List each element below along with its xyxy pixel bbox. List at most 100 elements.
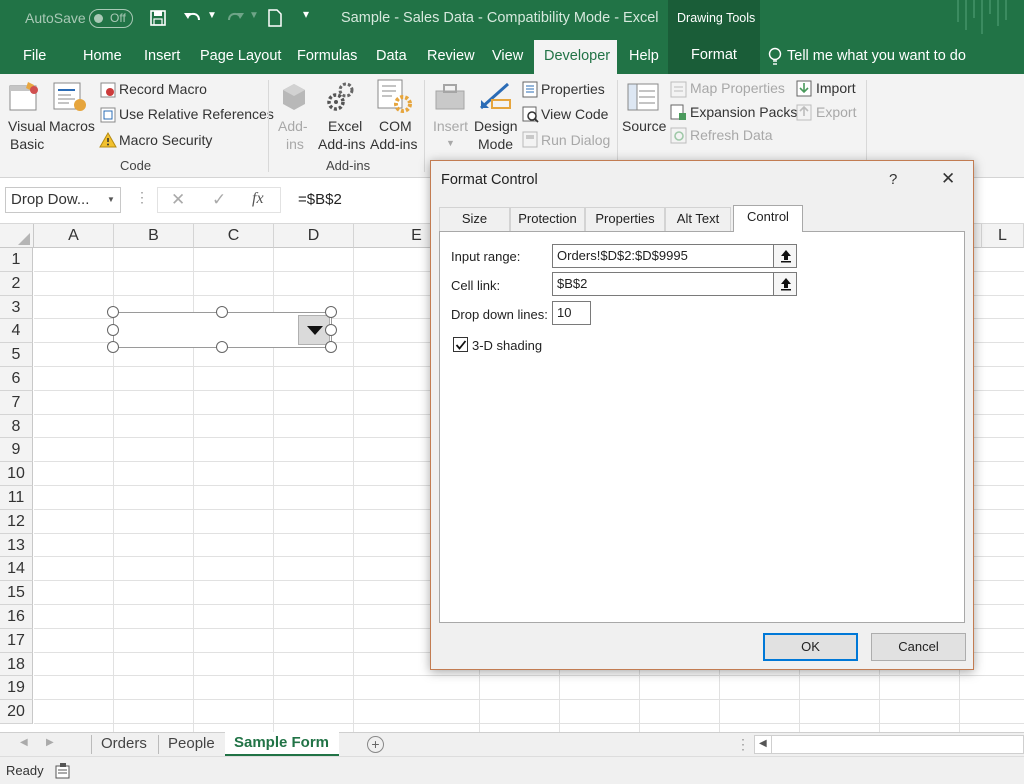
column-header-b[interactable]: B — [114, 224, 194, 248]
tab-review[interactable]: Review — [427, 38, 475, 74]
visual-basic-icon[interactable] — [8, 80, 42, 112]
resize-handle[interactable] — [325, 341, 337, 353]
sheet-tab-orders[interactable]: Orders — [101, 733, 147, 756]
row-header[interactable]: 12 — [0, 509, 33, 534]
row-header[interactable]: 7 — [0, 390, 33, 415]
save-icon[interactable] — [150, 10, 166, 26]
row-header[interactable]: 5 — [0, 343, 33, 367]
design-mode-icon[interactable] — [478, 80, 514, 112]
scroll-left-icon[interactable]: ◀ — [20, 737, 28, 748]
properties-label[interactable]: Properties — [541, 81, 605, 97]
insert-function-icon[interactable]: fx — [252, 190, 264, 208]
add-sheet-icon[interactable]: + — [367, 736, 384, 753]
excel-addins-label-2[interactable]: Add-ins — [318, 136, 365, 152]
tab-control[interactable]: Control — [733, 205, 803, 232]
autosave-toggle[interactable]: Off — [89, 9, 133, 28]
horizontal-scrollbar[interactable]: ◀ — [754, 735, 1024, 754]
resize-handle[interactable] — [107, 306, 119, 318]
row-header[interactable]: 4 — [0, 319, 33, 344]
row-header[interactable]: 19 — [0, 676, 33, 701]
input-range-field[interactable]: Orders!$D$2:$D$9995 — [552, 244, 774, 268]
name-box-dropdown-icon[interactable]: ▼ — [107, 195, 115, 204]
row-header[interactable]: 6 — [0, 367, 33, 391]
row-header[interactable]: 18 — [0, 652, 33, 677]
relative-references-icon[interactable] — [100, 107, 116, 123]
com-addins-label-1[interactable]: COM — [379, 118, 412, 134]
tab-help[interactable]: Help — [629, 38, 659, 74]
resize-handle[interactable] — [325, 306, 337, 318]
row-header[interactable]: 8 — [0, 414, 33, 439]
macros-label[interactable]: Macros — [49, 118, 95, 134]
close-button[interactable]: ✕ — [941, 169, 955, 189]
drop-down-lines-field[interactable]: 10 — [552, 301, 591, 325]
row-header[interactable]: 13 — [0, 533, 33, 558]
formula-input[interactable]: =$B$2 — [286, 187, 436, 213]
scroll-right-icon[interactable]: ▶ — [46, 737, 54, 748]
tab-size[interactable]: Size — [439, 207, 510, 231]
record-macro-label[interactable]: Record Macro — [119, 81, 207, 97]
resize-handle[interactable] — [216, 306, 228, 318]
tab-file[interactable]: File — [23, 38, 46, 74]
tab-alt-text[interactable]: Alt Text — [665, 207, 731, 231]
cancel-formula-icon[interactable]: ✕ — [171, 190, 185, 210]
view-code-icon[interactable] — [522, 106, 539, 123]
3d-shading-label[interactable]: 3-D shading — [472, 338, 542, 353]
record-macro-icon[interactable] — [100, 82, 116, 98]
expansion-packs-label[interactable]: Expansion Packs — [690, 104, 797, 120]
properties-icon[interactable] — [522, 81, 538, 98]
sheet-tab-people[interactable]: People — [168, 733, 215, 756]
use-relative-references-label[interactable]: Use Relative References — [119, 106, 274, 122]
tell-me-search[interactable]: Tell me what you want to do — [787, 38, 966, 74]
tab-protection[interactable]: Protection — [510, 207, 585, 231]
new-document-icon[interactable] — [268, 9, 282, 27]
cancel-button[interactable]: Cancel — [871, 633, 966, 661]
ok-button[interactable]: OK — [763, 633, 858, 661]
import-icon[interactable] — [796, 80, 813, 97]
help-button[interactable]: ? — [889, 171, 897, 188]
3d-shading-checkbox[interactable] — [453, 337, 468, 352]
visual-basic-label-2[interactable]: Basic — [10, 136, 44, 152]
input-range-collapse-button[interactable] — [773, 244, 797, 268]
row-header[interactable]: 3 — [0, 295, 33, 320]
design-mode-label-2[interactable]: Mode — [478, 136, 513, 152]
undo-dropdown-icon[interactable]: ▼ — [207, 10, 217, 21]
cell-link-collapse-button[interactable] — [773, 272, 797, 296]
tab-format[interactable]: Format — [668, 38, 760, 74]
com-addins-label-2[interactable]: Add-ins — [370, 136, 417, 152]
tab-view[interactable]: View — [492, 38, 523, 74]
name-box[interactable]: Drop Dow... ▼ — [5, 187, 121, 213]
tab-properties[interactable]: Properties — [585, 207, 665, 231]
tab-home[interactable]: Home — [83, 38, 122, 74]
row-header[interactable]: 17 — [0, 628, 33, 653]
row-header[interactable]: 2 — [0, 271, 33, 296]
import-label[interactable]: Import — [816, 80, 856, 96]
column-header-c[interactable]: C — [194, 224, 274, 248]
tab-formulas[interactable]: Formulas — [297, 38, 357, 74]
row-header[interactable]: 9 — [0, 438, 33, 463]
column-header-l[interactable]: L — [982, 224, 1024, 248]
tab-page-layout[interactable]: Page Layout — [200, 38, 281, 74]
warning-icon[interactable] — [99, 131, 117, 148]
row-header[interactable]: 20 — [0, 700, 33, 724]
macro-security-label[interactable]: Macro Security — [119, 132, 212, 148]
tab-developer[interactable]: Developer — [534, 40, 617, 74]
row-header[interactable]: 16 — [0, 605, 33, 629]
resize-handle[interactable] — [107, 341, 119, 353]
resize-handle[interactable] — [325, 324, 337, 336]
com-addins-icon[interactable] — [376, 78, 414, 114]
xml-source-icon[interactable] — [626, 82, 660, 112]
row-header[interactable]: 11 — [0, 486, 33, 510]
gear-icon[interactable] — [326, 80, 358, 112]
macros-icon[interactable] — [53, 80, 87, 112]
row-header[interactable]: 14 — [0, 557, 33, 582]
source-label[interactable]: Source — [622, 118, 666, 134]
tab-insert[interactable]: Insert — [144, 38, 180, 74]
macro-recording-icon[interactable] — [55, 763, 71, 779]
scroll-left-arrow-icon[interactable]: ◀ — [759, 738, 767, 749]
visual-basic-label-1[interactable]: Visual — [8, 118, 46, 134]
column-header-a[interactable]: A — [34, 224, 114, 248]
cell-link-field[interactable]: $B$2 — [552, 272, 774, 296]
tab-data[interactable]: Data — [376, 38, 407, 74]
excel-addins-label-1[interactable]: Excel — [328, 118, 362, 134]
undo-icon[interactable] — [182, 9, 204, 27]
